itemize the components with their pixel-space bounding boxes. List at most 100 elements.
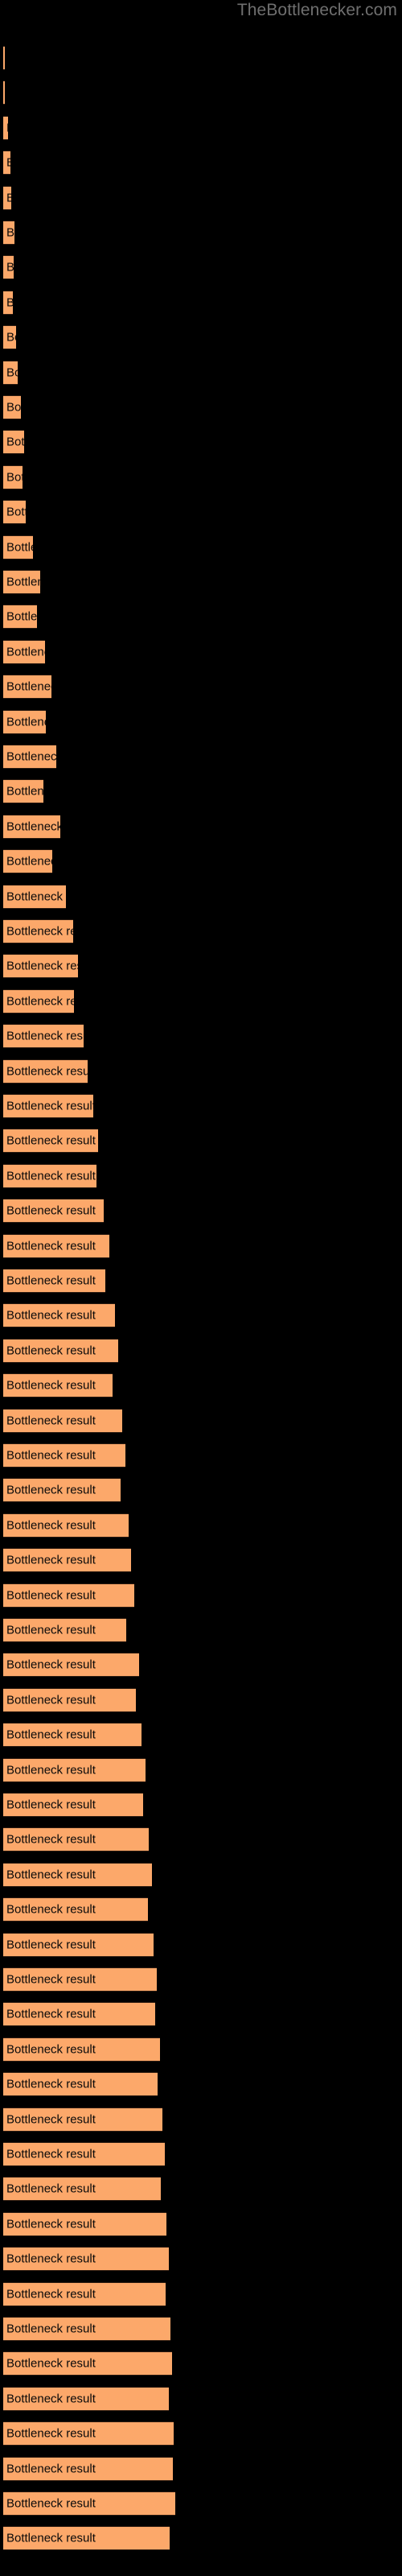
- bar-label: Bottleneck result: [6, 540, 33, 555]
- bar: Bottleneck result: [3, 500, 26, 524]
- bar-label: Bottleneck result: [6, 2252, 96, 2266]
- bar-label: Bottleneck result: [6, 1798, 96, 1812]
- bar-label: Bottleneck result: [6, 1029, 84, 1043]
- bar-label: Bottleneck result: [6, 2496, 96, 2511]
- bar-label: Bottleneck result: [6, 890, 66, 904]
- bar: Bottleneck result: [3, 1653, 139, 1677]
- bar-label: Bottleneck result: [6, 1483, 96, 1497]
- bar: Bottleneck result: [3, 885, 66, 909]
- bar: Bottleneck result: [3, 1758, 146, 1782]
- bar-label: Bottleneck result: [6, 225, 14, 240]
- bar-label: Bottleneck result: [6, 784, 43, 799]
- bar-label: Bottleneck result: [6, 854, 52, 869]
- bar: Bottleneck result: [3, 1024, 84, 1048]
- bar-label: Bottleneck result: [6, 1832, 96, 1847]
- bar: Bottleneck result: [3, 1688, 136, 1712]
- bar: Bottleneck result: [3, 815, 60, 839]
- bar: Bottleneck result: [3, 1269, 105, 1293]
- bottleneck-bar-chart: TheBottlenecker.com Bottleneck resultBot…: [0, 0, 402, 2576]
- bar-label: Bottleneck result: [6, 1414, 96, 1428]
- bar: Bottleneck result: [3, 2107, 162, 2132]
- bar-label: Bottleneck result: [6, 1344, 96, 1358]
- bar-label: Bottleneck result: [6, 749, 56, 764]
- bars-container: Bottleneck result Bottleneck result Bottle…: [0, 0, 402, 2576]
- bar: Bottleneck result: [3, 186, 11, 210]
- bar-label: Bottleneck result: [6, 679, 51, 694]
- bar: Bottleneck result: [3, 989, 74, 1013]
- bar: Bottleneck result: [3, 1897, 148, 1922]
- bar: Bottleneck result: [3, 745, 56, 769]
- bar: Bottleneck result: [3, 1793, 143, 1817]
- bar: Bottleneck result: [3, 1478, 121, 1502]
- bar-label: Bottleneck result: [6, 2287, 96, 2301]
- bar-label: Bottleneck result: [6, 1448, 96, 1463]
- bar: Bottleneck result: [3, 1933, 154, 1957]
- bar: Bottleneck result: [3, 465, 23, 489]
- bar-label: Bottleneck result: [6, 1203, 96, 1218]
- bar: Bottleneck result: [3, 849, 52, 873]
- bar: Bottleneck result: [3, 2317, 170, 2341]
- bar-label: Bottleneck result: [6, 819, 60, 834]
- bar-label: Bottleneck result: [6, 1378, 96, 1393]
- bar-label: Bottleneck result: [6, 330, 16, 345]
- bar-label: Bottleneck result: [6, 2426, 96, 2441]
- bar: Bottleneck result: [3, 2247, 169, 2271]
- bar-label: Bottleneck result: [6, 1972, 96, 1987]
- bar: Bottleneck result: [3, 675, 51, 699]
- bar-label: Bottleneck result: [6, 2356, 96, 2371]
- bar-label: Bottleneck result: [6, 1693, 96, 1707]
- bar: Bottleneck result: [3, 2002, 155, 2026]
- bar-label: Bottleneck result: [6, 959, 78, 973]
- bar-label: Bottleneck result: [6, 400, 21, 415]
- bar: Bottleneck result: [3, 640, 45, 664]
- bar-label: Bottleneck result: [6, 1553, 96, 1567]
- bar: Bottleneck result: [3, 954, 78, 978]
- bar: Bottleneck result: [3, 2212, 166, 2236]
- bar-label: Bottleneck result: [6, 2217, 96, 2231]
- bar-label: Bottleneck result: [6, 1099, 93, 1113]
- bar: Bottleneck result: [3, 395, 21, 419]
- bar-label: Bottleneck result: [6, 156, 10, 170]
- bar: Bottleneck result: [3, 46, 5, 70]
- bar-label: Bottleneck result: [6, 2112, 96, 2127]
- bar-label: Bottleneck result: [6, 609, 37, 624]
- bar: Bottleneck result: [3, 2142, 165, 2166]
- bar: Bottleneck result: [3, 1618, 126, 1642]
- bar-label: Bottleneck result: [6, 365, 18, 380]
- bar: Bottleneck result: [3, 1234, 109, 1258]
- bar: Bottleneck result: [3, 1339, 118, 1363]
- bar-label: Bottleneck result: [6, 1239, 96, 1253]
- bar-label: Bottleneck result: [6, 470, 23, 485]
- bar-label: Bottleneck result: [6, 296, 13, 310]
- bar: Bottleneck result: [3, 291, 13, 315]
- bar-label: Bottleneck result: [6, 122, 8, 135]
- bar: Bottleneck result: [3, 1967, 157, 1992]
- bar: Bottleneck result: [3, 2491, 175, 2516]
- bar: Bottleneck result: [3, 1373, 113, 1397]
- bar-label: Bottleneck result: [6, 2322, 96, 2336]
- bar: Bottleneck result: [3, 2387, 169, 2411]
- bar: Bottleneck result: [3, 80, 5, 105]
- bar-label: Bottleneck result: [6, 505, 26, 519]
- bar-label: Bottleneck result: [6, 2042, 96, 2057]
- bar: Bottleneck result: [3, 1094, 93, 1118]
- bar: Bottleneck result: [3, 710, 46, 734]
- bar-label: Bottleneck result: [6, 1763, 96, 1777]
- bar-label: Bottleneck result: [6, 1868, 96, 1882]
- bar: Bottleneck result: [3, 116, 8, 140]
- bar: Bottleneck result: [3, 2457, 173, 2481]
- bar: Bottleneck result: [3, 1303, 115, 1327]
- bar: Bottleneck result: [3, 919, 73, 943]
- bar-label: Bottleneck result: [6, 1728, 96, 1742]
- bar-label: Bottleneck result: [6, 1938, 96, 1952]
- bar: Bottleneck result: [3, 535, 33, 559]
- bar-label: Bottleneck result: [6, 1657, 96, 1672]
- bar-label: Bottleneck result: [6, 2462, 96, 2476]
- bar: Bottleneck result: [3, 430, 24, 454]
- bar: Bottleneck result: [3, 361, 18, 385]
- bar: Bottleneck result: [3, 779, 43, 803]
- bar-label: Bottleneck result: [6, 1518, 96, 1533]
- bar-label: Bottleneck result: [6, 2007, 96, 2021]
- bar: Bottleneck result: [3, 1548, 131, 1572]
- bar-label: Bottleneck result: [6, 1169, 96, 1183]
